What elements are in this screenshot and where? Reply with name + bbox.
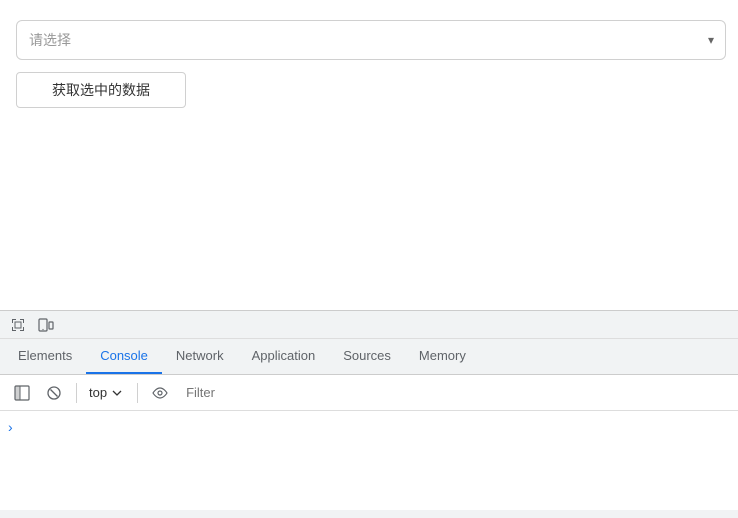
select-wrapper: 请选择 ▾	[16, 20, 726, 60]
devtools-icon-bar	[0, 311, 738, 339]
context-chevron-icon	[109, 385, 125, 401]
tab-application[interactable]: Application	[238, 339, 330, 374]
tab-network[interactable]: Network	[162, 339, 238, 374]
tab-console[interactable]: Console	[86, 339, 162, 374]
console-output: ›	[0, 411, 738, 510]
toolbar-divider-1	[76, 383, 77, 403]
fetch-button[interactable]: 获取选中的数据	[16, 72, 186, 108]
inspect-element-icon[interactable]	[4, 311, 32, 339]
context-label: top	[89, 385, 107, 400]
context-selector[interactable]: top	[85, 383, 129, 403]
tab-elements[interactable]: Elements	[4, 339, 86, 374]
prompt-arrow-icon: ›	[8, 419, 13, 435]
sidebar-toggle-button[interactable]	[8, 379, 36, 407]
devtools-panel: Elements Console Network Application Sou…	[0, 310, 738, 518]
filter-input[interactable]	[178, 380, 730, 406]
toolbar-divider-2	[137, 383, 138, 403]
tab-sources[interactable]: Sources	[329, 339, 405, 374]
clear-console-button[interactable]	[40, 379, 68, 407]
console-toolbar: top	[0, 375, 738, 411]
main-content: 请选择 ▾ 获取选中的数据	[0, 0, 738, 310]
devtools-tabs: Elements Console Network Application Sou…	[0, 339, 738, 375]
device-toolbar-icon[interactable]	[32, 311, 60, 339]
data-select[interactable]: 请选择	[16, 20, 726, 60]
eye-icon-button[interactable]	[146, 379, 174, 407]
console-prompt: ›	[8, 415, 13, 439]
tab-memory[interactable]: Memory	[405, 339, 480, 374]
